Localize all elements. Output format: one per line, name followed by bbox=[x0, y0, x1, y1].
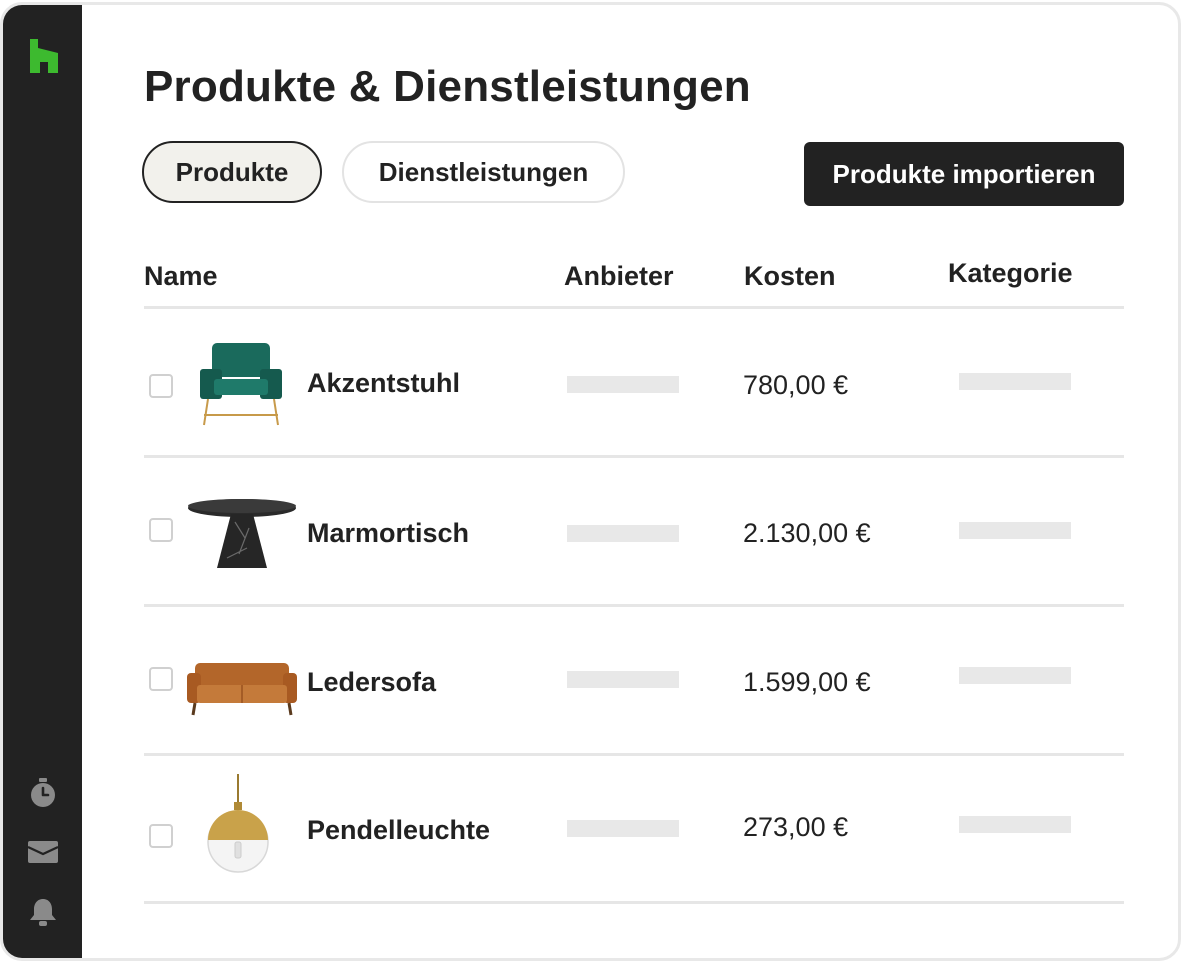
marble-table-image bbox=[188, 499, 296, 568]
accent-chair-image bbox=[200, 343, 282, 426]
table-row[interactable]: Akzentstuhl 780,00 € bbox=[144, 309, 1124, 455]
stopwatch-icon[interactable] bbox=[26, 776, 60, 810]
vendor-placeholder bbox=[567, 376, 679, 393]
pendant-light-image bbox=[207, 774, 269, 873]
tab-products[interactable]: Produkte bbox=[142, 141, 322, 203]
category-placeholder bbox=[959, 522, 1071, 539]
leather-sofa-image bbox=[187, 663, 297, 716]
category-placeholder bbox=[959, 667, 1071, 684]
vendor-placeholder bbox=[567, 525, 679, 542]
product-name[interactable]: Akzentstuhl bbox=[307, 368, 460, 399]
product-price: 273,00 € bbox=[743, 812, 849, 842]
product-price: 2.130,00 € bbox=[743, 518, 871, 548]
row-checkbox[interactable] bbox=[149, 667, 173, 691]
inbox-icon[interactable] bbox=[26, 835, 60, 869]
category-placeholder bbox=[959, 373, 1071, 390]
vendor-placeholder bbox=[567, 820, 679, 837]
product-name[interactable]: Ledersofa bbox=[307, 667, 436, 698]
vendor-placeholder bbox=[567, 671, 679, 688]
table-row[interactable]: Marmortisch 2.130,00 € bbox=[144, 458, 1124, 604]
product-price: 780,00 € bbox=[743, 370, 849, 400]
table-row[interactable]: Ledersofa 1.599,00 € bbox=[144, 607, 1124, 753]
row-checkbox[interactable] bbox=[149, 374, 173, 398]
app-window: Produkte & Dienstleistungen Produkte Die… bbox=[0, 2, 1181, 961]
product-name[interactable]: Marmortisch bbox=[307, 518, 469, 549]
page-title: Produkte & Dienstleistungen bbox=[144, 62, 751, 111]
sidebar bbox=[3, 5, 82, 958]
import-products-button[interactable]: Produkte importieren bbox=[804, 142, 1124, 206]
bell-icon[interactable] bbox=[26, 895, 60, 929]
column-header-vendor[interactable]: Anbieter bbox=[564, 261, 674, 292]
column-header-cost[interactable]: Kosten bbox=[744, 261, 836, 292]
product-name[interactable]: Pendelleuchte bbox=[307, 815, 490, 846]
tab-services[interactable]: Dienstleistungen bbox=[342, 141, 625, 203]
main-content: Produkte & Dienstleistungen Produkte Die… bbox=[82, 5, 1178, 958]
column-header-category[interactable]: Kategorie bbox=[948, 258, 1073, 289]
category-placeholder bbox=[959, 816, 1071, 833]
row-checkbox[interactable] bbox=[149, 824, 173, 848]
column-header-name[interactable]: Name bbox=[144, 261, 218, 292]
houzz-logo-icon[interactable] bbox=[28, 39, 60, 73]
product-price: 1.599,00 € bbox=[743, 667, 871, 697]
row-checkbox[interactable] bbox=[149, 518, 173, 542]
table-row[interactable]: Pendelleuchte 273,00 € bbox=[144, 756, 1124, 902]
row-divider bbox=[144, 901, 1124, 904]
